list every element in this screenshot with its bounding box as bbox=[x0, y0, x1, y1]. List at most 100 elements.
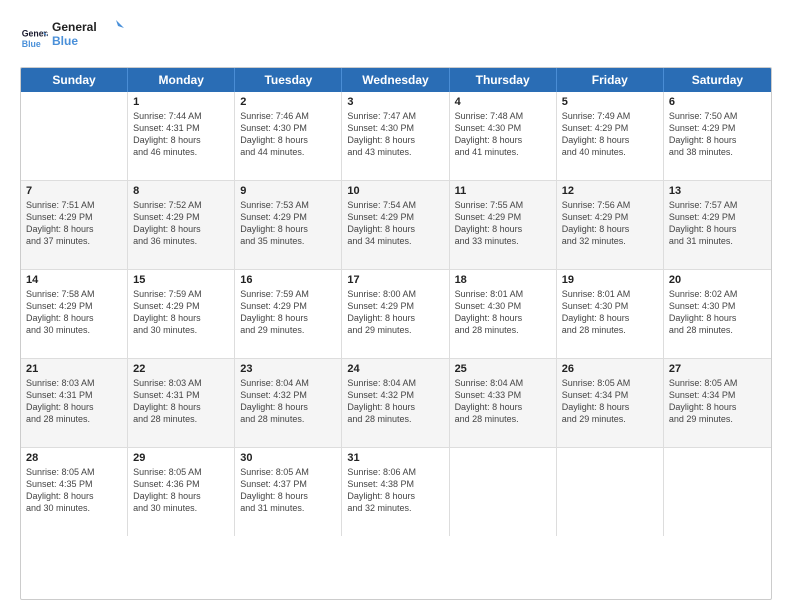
day-number: 31 bbox=[347, 452, 443, 464]
cell-info-line: Sunrise: 8:04 AM bbox=[347, 377, 443, 389]
cell-info-line: Daylight: 8 hours bbox=[669, 401, 766, 413]
calendar-cell: 24 Sunrise: 8:04 AMSunset: 4:32 PMDayligh… bbox=[342, 359, 449, 447]
cell-info-line: and 28 minutes. bbox=[455, 413, 551, 425]
day-number: 14 bbox=[26, 274, 122, 286]
cell-info-line: Sunset: 4:29 PM bbox=[669, 122, 766, 134]
calendar-row-3: 14Sunrise: 7:58 AMSunset: 4:29 PMDayligh… bbox=[21, 270, 771, 359]
cell-info-line: Daylight: 8 hours bbox=[26, 401, 122, 413]
cell-info-line: Daylight: 8 hours bbox=[669, 223, 766, 235]
cell-info-line: and 30 minutes. bbox=[133, 502, 229, 514]
cell-info-line: Sunrise: 8:01 AM bbox=[455, 288, 551, 300]
cell-info-line: Sunset: 4:30 PM bbox=[455, 122, 551, 134]
day-number: 29 bbox=[133, 452, 229, 464]
cell-info-line: Sunset: 4:29 PM bbox=[26, 211, 122, 223]
calendar-cell: 3Sunrise: 7:47 AMSunset: 4:30 PMDaylight… bbox=[342, 92, 449, 180]
calendar-cell bbox=[21, 92, 128, 180]
cell-info-line: Sunrise: 8:04 AM bbox=[455, 377, 551, 389]
calendar-cell: 12Sunrise: 7:56 AMSunset: 4:29 PMDayligh… bbox=[557, 181, 664, 269]
cell-info-line: Daylight: 8 hours bbox=[669, 134, 766, 146]
calendar-cell: 6Sunrise: 7:50 AMSunset: 4:29 PMDaylight… bbox=[664, 92, 771, 180]
cell-info-line: and 32 minutes. bbox=[562, 235, 658, 247]
calendar-cell: 9Sunrise: 7:53 AMSunset: 4:29 PMDaylight… bbox=[235, 181, 342, 269]
day-number: 21 bbox=[26, 363, 122, 375]
cell-info-line: and 40 minutes. bbox=[562, 146, 658, 158]
cell-info-line: Sunset: 4:32 PM bbox=[347, 389, 443, 401]
calendar-cell bbox=[557, 448, 664, 536]
calendar-cell: 17Sunrise: 8:00 AMSunset: 4:29 PMDayligh… bbox=[342, 270, 449, 358]
day-number: 9 bbox=[240, 185, 336, 197]
calendar-cell: 18Sunrise: 8:01 AMSunset: 4:30 PMDayligh… bbox=[450, 270, 557, 358]
calendar-cell: 21Sunrise: 8:03 AMSunset: 4:31 PMDayligh… bbox=[21, 359, 128, 447]
day-number: 8 bbox=[133, 185, 229, 197]
cell-info-line: Sunset: 4:29 PM bbox=[455, 211, 551, 223]
cell-info-line: Daylight: 8 hours bbox=[133, 223, 229, 235]
cell-info-line: and 29 minutes. bbox=[669, 413, 766, 425]
cell-info-line: Sunrise: 7:55 AM bbox=[455, 199, 551, 211]
calendar-cell: 23Sunrise: 8:04 AMSunset: 4:32 PMDayligh… bbox=[235, 359, 342, 447]
day-number: 27 bbox=[669, 363, 766, 375]
cell-info-line: Sunrise: 8:05 AM bbox=[26, 466, 122, 478]
cell-info-line: Sunset: 4:35 PM bbox=[26, 478, 122, 490]
calendar-cell: 13Sunrise: 7:57 AMSunset: 4:29 PMDayligh… bbox=[664, 181, 771, 269]
cell-info-line: Daylight: 8 hours bbox=[347, 312, 443, 324]
header-day-friday: Friday bbox=[557, 68, 664, 92]
cell-info-line: Daylight: 8 hours bbox=[133, 134, 229, 146]
cell-info-line: Sunset: 4:31 PM bbox=[133, 389, 229, 401]
day-number: 3 bbox=[347, 96, 443, 108]
day-number: 20 bbox=[669, 274, 766, 286]
logo-icon: General Blue bbox=[20, 24, 48, 52]
cell-info-line: Daylight: 8 hours bbox=[347, 401, 443, 413]
day-number: 17 bbox=[347, 274, 443, 286]
cell-info-line: Sunrise: 7:51 AM bbox=[26, 199, 122, 211]
cell-info-line: Sunrise: 8:05 AM bbox=[133, 466, 229, 478]
cell-info-line: and 29 minutes. bbox=[240, 324, 336, 336]
cell-info-line: and 31 minutes. bbox=[240, 502, 336, 514]
cell-info-line: Sunrise: 8:06 AM bbox=[347, 466, 443, 478]
cell-info-line: Sunset: 4:29 PM bbox=[240, 211, 336, 223]
cell-info-line: and 33 minutes. bbox=[455, 235, 551, 247]
svg-text:Blue: Blue bbox=[52, 34, 78, 48]
calendar-cell: 22Sunrise: 8:03 AMSunset: 4:31 PMDayligh… bbox=[128, 359, 235, 447]
day-number: 28 bbox=[26, 452, 122, 464]
day-number: 24 bbox=[347, 363, 443, 375]
cell-info-line: and 28 minutes. bbox=[26, 413, 122, 425]
cell-info-line: Sunset: 4:34 PM bbox=[669, 389, 766, 401]
cell-info-line: Sunrise: 7:49 AM bbox=[562, 110, 658, 122]
cell-info-line: and 44 minutes. bbox=[240, 146, 336, 158]
day-number: 18 bbox=[455, 274, 551, 286]
cell-info-line: Sunrise: 8:03 AM bbox=[133, 377, 229, 389]
cell-info-line: and 35 minutes. bbox=[240, 235, 336, 247]
cell-info-line: Sunrise: 7:56 AM bbox=[562, 199, 658, 211]
cell-info-line: Sunset: 4:29 PM bbox=[562, 122, 658, 134]
cell-info-line: Sunrise: 7:59 AM bbox=[133, 288, 229, 300]
header-day-sunday: Sunday bbox=[21, 68, 128, 92]
calendar-cell: 16Sunrise: 7:59 AMSunset: 4:29 PMDayligh… bbox=[235, 270, 342, 358]
cell-info-line: and 28 minutes. bbox=[240, 413, 336, 425]
cell-info-line: Sunset: 4:30 PM bbox=[347, 122, 443, 134]
calendar-cell: 26Sunrise: 8:05 AMSunset: 4:34 PMDayligh… bbox=[557, 359, 664, 447]
cell-info-line: and 31 minutes. bbox=[669, 235, 766, 247]
calendar-header: SundayMondayTuesdayWednesdayThursdayFrid… bbox=[21, 68, 771, 92]
cell-info-line: Daylight: 8 hours bbox=[669, 312, 766, 324]
cell-info-line: Sunset: 4:30 PM bbox=[240, 122, 336, 134]
cell-info-line: Daylight: 8 hours bbox=[562, 401, 658, 413]
calendar-row-5: 28Sunrise: 8:05 AMSunset: 4:35 PMDayligh… bbox=[21, 448, 771, 536]
cell-info-line: and 28 minutes. bbox=[562, 324, 658, 336]
header-day-wednesday: Wednesday bbox=[342, 68, 449, 92]
cell-info-line: Sunrise: 8:00 AM bbox=[347, 288, 443, 300]
cell-info-line: and 29 minutes. bbox=[347, 324, 443, 336]
cell-info-line: Sunset: 4:29 PM bbox=[133, 300, 229, 312]
cell-info-line: Daylight: 8 hours bbox=[133, 401, 229, 413]
cell-info-line: Sunset: 4:31 PM bbox=[26, 389, 122, 401]
cell-info-line: Sunrise: 8:01 AM bbox=[562, 288, 658, 300]
cell-info-line: Sunset: 4:30 PM bbox=[455, 300, 551, 312]
cell-info-line: Daylight: 8 hours bbox=[240, 223, 336, 235]
cell-info-line: and 29 minutes. bbox=[562, 413, 658, 425]
day-number: 2 bbox=[240, 96, 336, 108]
cell-info-line: and 43 minutes. bbox=[347, 146, 443, 158]
cell-info-line: and 34 minutes. bbox=[347, 235, 443, 247]
header-day-saturday: Saturday bbox=[664, 68, 771, 92]
cell-info-line: Daylight: 8 hours bbox=[240, 134, 336, 146]
svg-text:General: General bbox=[52, 20, 97, 34]
day-number: 26 bbox=[562, 363, 658, 375]
